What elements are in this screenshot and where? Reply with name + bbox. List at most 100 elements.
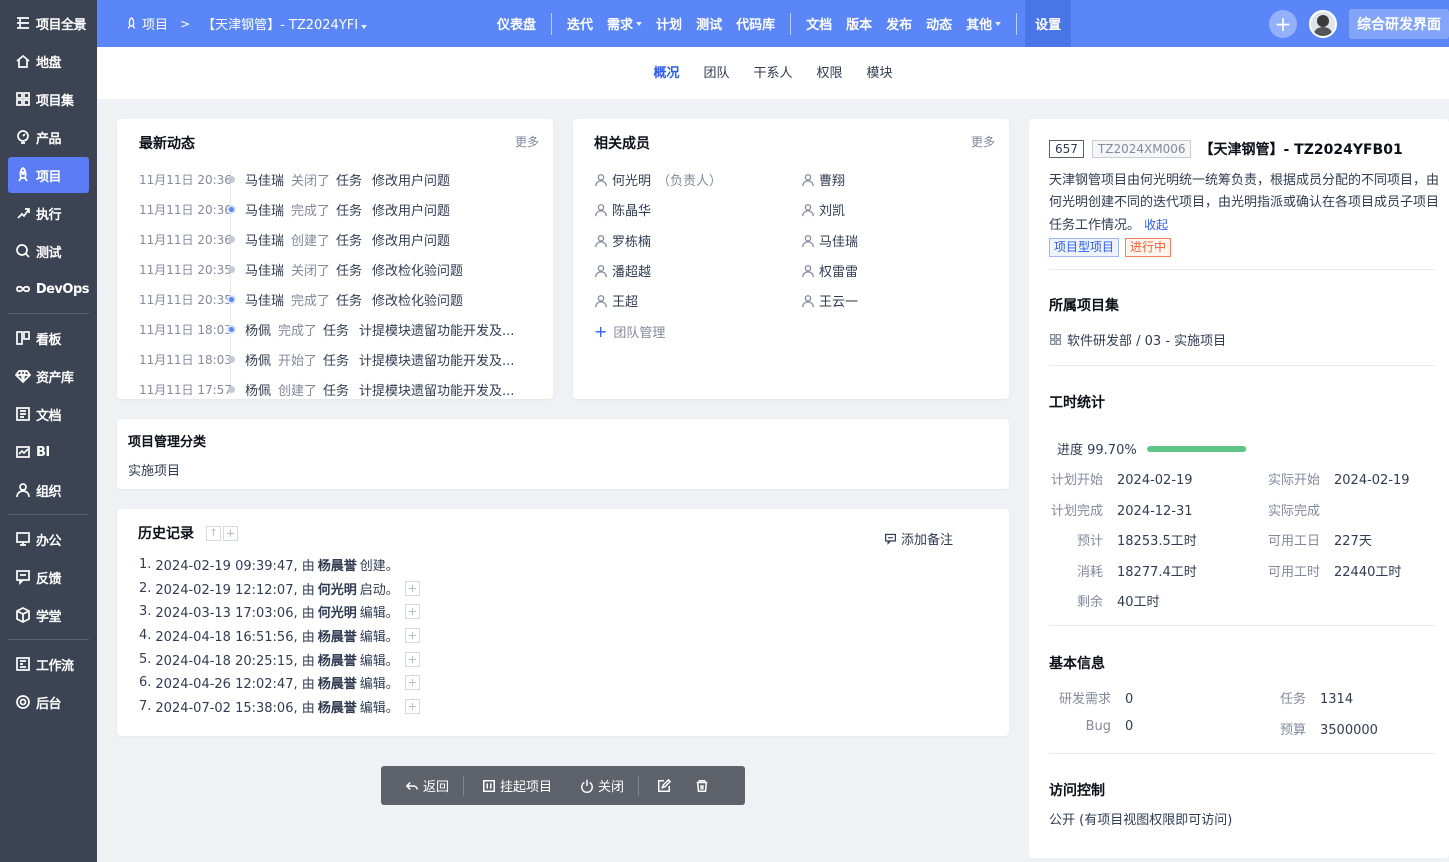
history-item: 7. 2024-07-02 15:38:06, 由杨晨誉 编辑。 xyxy=(139,697,420,716)
expand-icon[interactable] xyxy=(404,675,420,690)
team-manage-link[interactable]: + 团队管理 xyxy=(594,322,665,341)
sidebar-item-admin[interactable]: 后台 xyxy=(8,684,89,720)
nav-other[interactable]: 其他 xyxy=(959,0,1008,47)
close-project-button[interactable]: 关闭 xyxy=(566,776,638,795)
collapse-link[interactable]: 收起 xyxy=(1144,218,1168,232)
add-note-button[interactable]: 添加备注 xyxy=(884,529,953,548)
nav-story[interactable]: 需求 xyxy=(600,0,649,47)
nav-test[interactable]: 测试 xyxy=(689,0,729,47)
sort-up-icon[interactable]: ↑ xyxy=(206,525,221,541)
back-button[interactable]: 返回 xyxy=(381,776,463,795)
nav-doc[interactable]: 文档 xyxy=(799,0,839,47)
chart-icon xyxy=(14,443,32,461)
member-item: 罗栋楠 xyxy=(594,231,657,250)
expand-icon[interactable] xyxy=(404,581,420,596)
activity-object-link[interactable]: 计提模块遗留功能开发及... xyxy=(359,320,514,339)
nav-dashboard[interactable]: 仪表盘 xyxy=(490,0,543,47)
workflow-icon xyxy=(14,655,32,673)
history-index: 6. xyxy=(139,675,152,690)
sidebar-item-project[interactable]: 项目 xyxy=(8,157,89,193)
user-icon xyxy=(802,203,814,216)
activity-type: 任务 xyxy=(323,383,350,399)
sidebar-item-product[interactable]: 产品 xyxy=(8,119,89,155)
member-name: 曹翔 xyxy=(819,174,846,189)
members-title: 相关成员 xyxy=(594,136,650,152)
activity-object-link[interactable]: 计提模块遗留功能开发及... xyxy=(359,380,514,399)
tab-team[interactable]: 团队 xyxy=(703,62,729,81)
sidebar-item-school[interactable]: 学堂 xyxy=(8,597,89,633)
nav-execution[interactable]: 迭代 xyxy=(560,0,600,47)
members-more-link[interactable]: 更多 xyxy=(971,133,995,150)
sidebar-item-kanban[interactable]: 看板 xyxy=(8,320,89,356)
nav-plan[interactable]: 计划 xyxy=(649,0,689,47)
sidebar-item-doc[interactable]: 文档 xyxy=(8,396,89,432)
nav-settings[interactable]: 设置 xyxy=(1025,0,1072,47)
trash-icon xyxy=(696,779,708,792)
tab-overview[interactable]: 概况 xyxy=(653,62,679,81)
create-button[interactable]: + xyxy=(1269,9,1297,38)
avatar[interactable] xyxy=(1309,9,1337,38)
sidebar-item-overview[interactable]: 项目全景 xyxy=(8,5,89,41)
activity-object-link[interactable]: 修改检化验问题 xyxy=(372,290,463,309)
activity-object-link[interactable]: 修改用户问题 xyxy=(372,200,450,219)
timeline-dot xyxy=(227,204,236,214)
sidebar-item-org[interactable]: 组织 xyxy=(8,472,89,508)
nav-repo[interactable]: 代码库 xyxy=(729,0,782,47)
activity-more-link[interactable]: 更多 xyxy=(515,133,539,150)
nav-dynamic[interactable]: 动态 xyxy=(919,0,959,47)
progress-row: 进度 99.70% xyxy=(1057,439,1247,458)
sidebar-item-feedback[interactable]: 反馈 xyxy=(8,559,89,595)
history-item: 4. 2024-04-18 16:51:56, 由杨晨誉 编辑。 xyxy=(139,626,420,645)
sidebar-item-execution[interactable]: 执行 xyxy=(8,195,89,231)
project-switcher[interactable]: 【天津钢管】- TZ2024YFI xyxy=(202,14,368,33)
sidebar-item-workflow[interactable]: 工作流 xyxy=(8,646,89,682)
tab-module[interactable]: 模块 xyxy=(867,62,893,81)
expand-icon[interactable] xyxy=(404,652,420,667)
user-icon xyxy=(802,294,814,307)
run-icon xyxy=(14,204,32,222)
member-name: 王超 xyxy=(612,295,639,310)
activity-object-link[interactable]: 修改用户问题 xyxy=(372,170,450,189)
expand-icon[interactable] xyxy=(404,604,420,619)
tab-stakeholder[interactable]: 干系人 xyxy=(753,62,792,81)
expand-icon[interactable] xyxy=(404,628,420,643)
activity-object-link[interactable]: 修改用户问题 xyxy=(372,230,450,249)
project-name: 【天津钢管】- TZ2024YFB01 xyxy=(1199,142,1403,158)
user-icon xyxy=(802,173,814,186)
program-link[interactable]: 软件研发部 / 03 - 实施项目 xyxy=(1049,330,1226,349)
workspace-switch-button[interactable]: 综合研发界面 xyxy=(1349,8,1449,39)
sidebar-item-devops[interactable]: DevOps xyxy=(8,271,90,307)
member-item: 陈晶华 xyxy=(594,200,657,219)
project-header: 657 TZ2024XM006 【天津钢管】- TZ2024YFB01 xyxy=(1049,139,1403,159)
sidebar-item-program[interactable]: 项目集 xyxy=(8,81,89,117)
activity-object-link[interactable]: 计提模块遗留功能开发及... xyxy=(359,350,514,369)
sidebar-item-bi[interactable]: BI xyxy=(8,434,89,470)
timeline-dot xyxy=(227,294,236,304)
delete-button[interactable] xyxy=(689,779,715,793)
breadcrumb-home[interactable]: 项目 xyxy=(125,14,168,33)
activity-object-link[interactable]: 修改检化验问题 xyxy=(372,260,463,279)
task-count: 任务 1314 xyxy=(1279,692,1354,707)
activity-action: 开始了 xyxy=(278,353,318,369)
sidebar-item-assets[interactable]: 资产库 xyxy=(8,358,89,394)
sidebar-item-home[interactable]: 地盘 xyxy=(8,43,89,79)
nav-build[interactable]: 版本 xyxy=(839,0,879,47)
member-item: 王云一 xyxy=(801,291,864,310)
sidebar-item-test[interactable]: 测试 xyxy=(8,233,89,269)
user-icon xyxy=(595,203,607,216)
edit-button[interactable] xyxy=(639,778,689,793)
access-title: 访问控制 xyxy=(1049,783,1105,799)
tab-permission[interactable]: 权限 xyxy=(817,62,843,81)
divider xyxy=(1049,365,1435,366)
member-name: 马佳瑞 xyxy=(819,235,859,250)
grid-icon xyxy=(14,90,32,108)
activity-action: 完成了 xyxy=(291,293,331,309)
suspend-button[interactable]: 挂起项目 xyxy=(464,776,566,795)
plan-start: 计划开始 2024-02-19 xyxy=(1050,473,1193,488)
expand-all-icon[interactable] xyxy=(223,525,238,541)
history-action: 编辑。 xyxy=(359,701,399,716)
sidebar-item-office[interactable]: 办公 xyxy=(8,521,89,557)
expand-icon[interactable] xyxy=(404,699,420,714)
bulb-icon xyxy=(14,128,32,146)
nav-release[interactable]: 发布 xyxy=(879,0,919,47)
